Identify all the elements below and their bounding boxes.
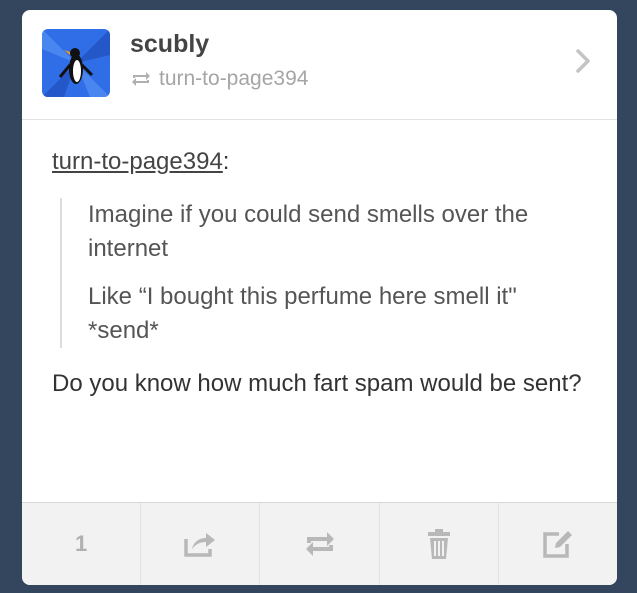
chevron-right-icon[interactable] bbox=[575, 48, 591, 79]
share-button[interactable] bbox=[141, 503, 261, 585]
trash-icon bbox=[427, 529, 450, 559]
source-colon: : bbox=[222, 148, 230, 175]
reblog-source[interactable]: turn-to-page394 bbox=[130, 67, 308, 91]
avatar[interactable] bbox=[42, 29, 110, 97]
post-body: turn-to-page394: Imagine if you could se… bbox=[52, 144, 592, 402]
notes-count: 1 bbox=[74, 531, 88, 556]
reply-text: Do you know how much fart spam would be … bbox=[52, 370, 582, 397]
post-username[interactable]: scubly bbox=[130, 30, 209, 59]
edit-button[interactable] bbox=[499, 503, 617, 585]
edit-icon bbox=[543, 531, 572, 558]
reblog-small-icon bbox=[132, 72, 150, 86]
reblogged-from-name: turn-to-page394 bbox=[159, 67, 309, 90]
source-attribution: turn-to-page394: bbox=[52, 144, 592, 180]
blockquote: Imagine if you could send smells over th… bbox=[60, 198, 592, 348]
share-icon bbox=[184, 533, 216, 557]
post-footer-toolbar: 1 bbox=[22, 502, 617, 585]
post-card: scubly turn-to-page394 turn-to-page394: … bbox=[22, 10, 617, 585]
post-header[interactable]: scubly turn-to-page394 bbox=[22, 10, 617, 120]
penguin-avatar-icon bbox=[42, 29, 110, 97]
quote-paragraph: Imagine if you could send smells over th… bbox=[88, 201, 529, 262]
quote-paragraph: Like “I bought this perfume here smell i… bbox=[88, 283, 517, 344]
delete-button[interactable] bbox=[380, 503, 499, 585]
source-user-link[interactable]: turn-to-page394 bbox=[52, 148, 223, 175]
reblog-icon bbox=[305, 532, 334, 556]
notes-button[interactable]: 1 bbox=[22, 503, 142, 585]
reblog-button[interactable] bbox=[260, 503, 380, 585]
